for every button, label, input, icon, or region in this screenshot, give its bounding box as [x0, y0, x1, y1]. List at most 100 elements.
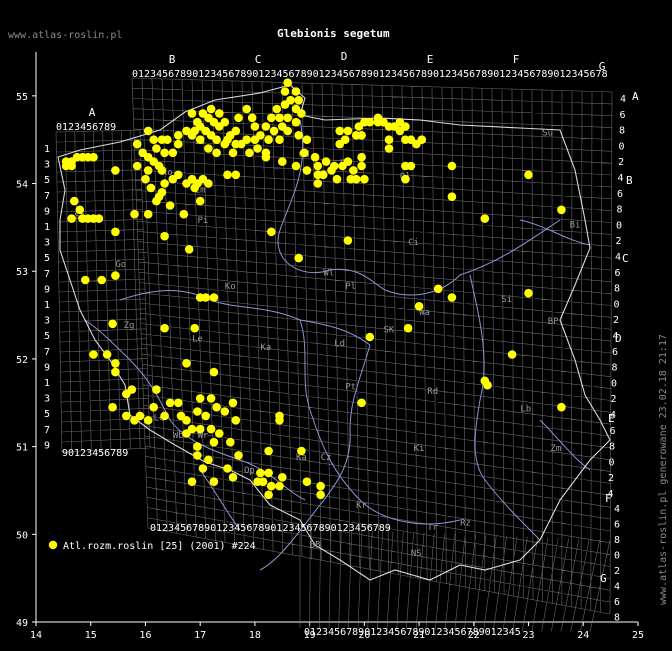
left-row-label: 7: [44, 347, 50, 358]
left-row-label: 7: [44, 191, 50, 202]
occurrence-dot: [357, 152, 366, 162]
occurrence-dot: [204, 179, 213, 188]
occurrence-dot: [275, 113, 284, 123]
occurrence-dot: [135, 411, 145, 421]
occurrence-dot: [132, 139, 142, 149]
occurrence-dot: [193, 451, 202, 460]
occurrence-dot: [365, 117, 375, 127]
occurrence-dot: [264, 446, 273, 456]
occurrence-dot: [102, 350, 112, 359]
occurrence-dot: [231, 170, 241, 180]
occurrence-dot: [143, 152, 153, 162]
occurrence-dot: [206, 104, 216, 114]
region-label: Ld: [334, 339, 345, 349]
occurrence-dot: [160, 231, 169, 241]
occurrence-dot: [111, 359, 120, 368]
region-label: Le: [192, 334, 203, 344]
occurrence-dot: [302, 166, 312, 175]
zone-a-bottom-digit-row: 90123456789: [62, 448, 128, 459]
right-row-label: 2: [608, 473, 614, 484]
zone-a-digit-row: 0123456789: [56, 122, 116, 133]
top-digit-row: 0123456789012345678901234567890123456789…: [132, 69, 608, 80]
occurrence-dot: [316, 490, 325, 500]
occurrence-dot: [245, 148, 254, 158]
region-label: Kr: [356, 501, 367, 511]
zone-label-right: G: [600, 572, 607, 585]
occurrence-dot: [264, 490, 273, 500]
region-label: Pt: [345, 383, 356, 393]
occurrence-dot: [267, 481, 276, 491]
legend: Atl.rozm.roslin [25] (2001) #224: [48, 540, 256, 552]
right-row-label: 0: [609, 457, 615, 468]
left-row-label: 3: [44, 394, 50, 405]
occurrence-dot: [302, 477, 312, 487]
region-label: Go: [115, 260, 126, 270]
left-row-label: 5: [44, 331, 50, 342]
right-row-label: 6: [620, 110, 626, 121]
occurrence-dot: [220, 117, 230, 127]
occurrence-dot: [97, 275, 106, 285]
x-tick-label: 14: [30, 630, 42, 641]
occurrence-dot: [146, 183, 156, 193]
occurrence-dot: [206, 394, 216, 403]
zone-label-top: F: [513, 53, 520, 66]
occurrence-dot: [395, 126, 405, 136]
y-tick-label: 49: [16, 618, 28, 629]
right-row-label: 6: [615, 268, 621, 279]
occurrence-dot: [223, 464, 232, 473]
right-row-label: 2: [613, 315, 619, 326]
occurrence-dot: [184, 245, 194, 254]
zone-label-top: E: [427, 53, 434, 66]
left-row-label: 3: [44, 160, 50, 171]
region-label: Ka: [260, 343, 271, 353]
occurrence-dot: [313, 179, 323, 188]
occurrence-dot: [81, 275, 90, 285]
occurrence-dot: [267, 113, 276, 123]
occurrence-dot: [483, 380, 492, 390]
occurrence-dot: [313, 170, 323, 180]
legend-label: Atl.rozm.roslin [25] (2001) #224: [63, 541, 256, 552]
bottom-digit-row-left: 0123456789012345678901234567890123456789: [150, 523, 391, 534]
region-label: Ci: [408, 238, 419, 248]
y-tick-label: 50: [16, 530, 28, 541]
occurrence-dot: [94, 214, 104, 223]
region-label: Wl: [323, 269, 334, 279]
occurrence-dot: [231, 126, 241, 136]
region-label: BB: [310, 540, 321, 550]
occurrence-dot: [275, 481, 284, 491]
region-label: Rz: [460, 519, 471, 529]
occurrence-dot: [70, 196, 79, 206]
occurrence-dot: [302, 135, 312, 144]
occurrence-dot: [160, 179, 169, 188]
occurrence-dot: [160, 411, 169, 421]
occurrence-dot: [201, 411, 210, 421]
left-row-label: 5: [44, 253, 50, 264]
occurrence-dot: [223, 170, 232, 180]
occurrence-dot: [195, 293, 205, 302]
right-row-label: 0: [611, 378, 617, 389]
region-label: Ki: [414, 444, 425, 454]
occurrence-dot: [557, 205, 566, 215]
right-bottom-row-label: 6: [614, 597, 620, 608]
right-row-label: 6: [617, 189, 623, 200]
occurrence-dot: [258, 477, 268, 487]
zone-label-right: B: [626, 174, 633, 187]
occurrence-dot: [108, 319, 117, 329]
occurrence-dot: [174, 170, 183, 180]
occurrence-dot: [294, 131, 304, 140]
occurrence-dot: [195, 196, 205, 206]
region-label: Wb: [173, 431, 184, 441]
right-row-label: 0: [619, 141, 625, 152]
left-row-label: 1: [44, 222, 50, 233]
occurrence-dot: [206, 424, 216, 434]
occurrence-dot: [163, 135, 172, 144]
occurrence-dot: [231, 139, 241, 149]
occurrence-dot: [160, 323, 169, 333]
occurrence-dot: [152, 385, 161, 394]
occurrence-dot: [557, 402, 566, 412]
occurrence-dot: [351, 131, 361, 140]
occurrence-dot: [168, 148, 178, 158]
occurrence-dot: [141, 174, 150, 184]
occurrence-dot: [204, 455, 213, 465]
occurrence-dot: [111, 367, 120, 377]
